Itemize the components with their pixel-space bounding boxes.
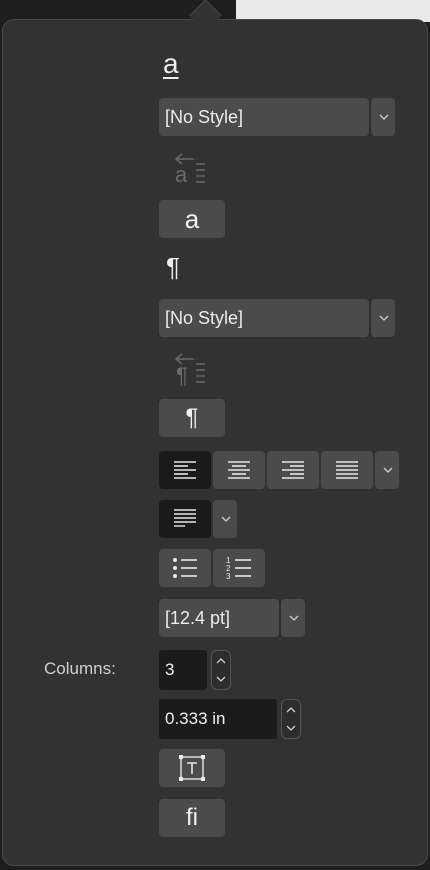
numbered-list-button[interactable]: 123 bbox=[213, 549, 265, 587]
reset-paragraph-style-icon: ¶ bbox=[172, 350, 208, 386]
reset-character-style-icon: a bbox=[172, 150, 208, 186]
character-style-icon: a bbox=[163, 48, 179, 79]
bullet-list-icon bbox=[173, 558, 197, 578]
text-frame-button[interactable] bbox=[159, 749, 225, 787]
alignment-more-chevron-icon[interactable] bbox=[375, 451, 399, 489]
last-line-alignment-chevron-icon[interactable] bbox=[213, 500, 237, 538]
popover-arrow-join bbox=[185, 20, 225, 32]
stepper-down-icon bbox=[286, 725, 296, 731]
leading-chevron-icon[interactable] bbox=[281, 599, 305, 637]
text-frame-icon bbox=[179, 755, 205, 781]
justify-button[interactable] bbox=[321, 451, 373, 489]
align-left-button[interactable] bbox=[159, 451, 211, 489]
align-right-icon bbox=[282, 461, 304, 479]
apply-character-style-label: a bbox=[184, 203, 200, 234]
column-gutter-value: 0.333 in bbox=[165, 709, 226, 728]
leading-value: [12.4 pt] bbox=[165, 607, 231, 628]
bulleted-list-button[interactable] bbox=[159, 549, 211, 587]
justify-icon bbox=[336, 461, 358, 479]
paragraph-style-dropdown[interactable]: [No Style] bbox=[159, 299, 369, 337]
character-style-value: [No Style] bbox=[165, 106, 244, 127]
paragraph-style-chevron-icon[interactable] bbox=[371, 299, 395, 337]
stepper-up-icon bbox=[216, 658, 226, 664]
stepper-up-icon bbox=[286, 707, 296, 713]
paragraph-style-value: [No Style] bbox=[165, 307, 244, 328]
align-center-icon bbox=[228, 461, 250, 479]
svg-text:¶: ¶ bbox=[176, 363, 188, 386]
align-right-button[interactable] bbox=[267, 451, 319, 489]
paragraph-style-icon: ¶ bbox=[166, 252, 180, 282]
leading-dropdown[interactable]: [12.4 pt] bbox=[159, 599, 279, 637]
stepper-down-icon bbox=[216, 676, 226, 682]
svg-text:a: a bbox=[175, 162, 188, 186]
character-style-dropdown[interactable]: [No Style] bbox=[159, 98, 369, 136]
align-center-button[interactable] bbox=[213, 451, 265, 489]
numbered-list-icon: 123 bbox=[226, 556, 251, 581]
ligature-label: fi bbox=[186, 804, 198, 831]
column-gutter-field[interactable]: 0.333 in bbox=[159, 699, 277, 739]
columns-count-value: 3 bbox=[165, 660, 175, 679]
svg-text:3: 3 bbox=[226, 572, 231, 581]
apply-paragraph-style-button[interactable]: ¶ bbox=[159, 399, 225, 437]
columns-label: Columns: bbox=[44, 659, 116, 678]
last-line-alignment-button[interactable] bbox=[159, 500, 211, 538]
ligature-button[interactable]: fi bbox=[159, 799, 225, 837]
apply-paragraph-style-label: ¶ bbox=[185, 404, 199, 431]
columns-count-stepper[interactable] bbox=[211, 650, 231, 690]
align-left-icon bbox=[174, 461, 196, 479]
apply-character-style-button[interactable]: a bbox=[159, 200, 225, 238]
last-line-align-left-icon bbox=[174, 509, 196, 527]
columns-count-field[interactable]: 3 bbox=[159, 650, 207, 690]
column-gutter-stepper[interactable] bbox=[281, 699, 301, 739]
character-style-chevron-icon[interactable] bbox=[371, 98, 395, 136]
